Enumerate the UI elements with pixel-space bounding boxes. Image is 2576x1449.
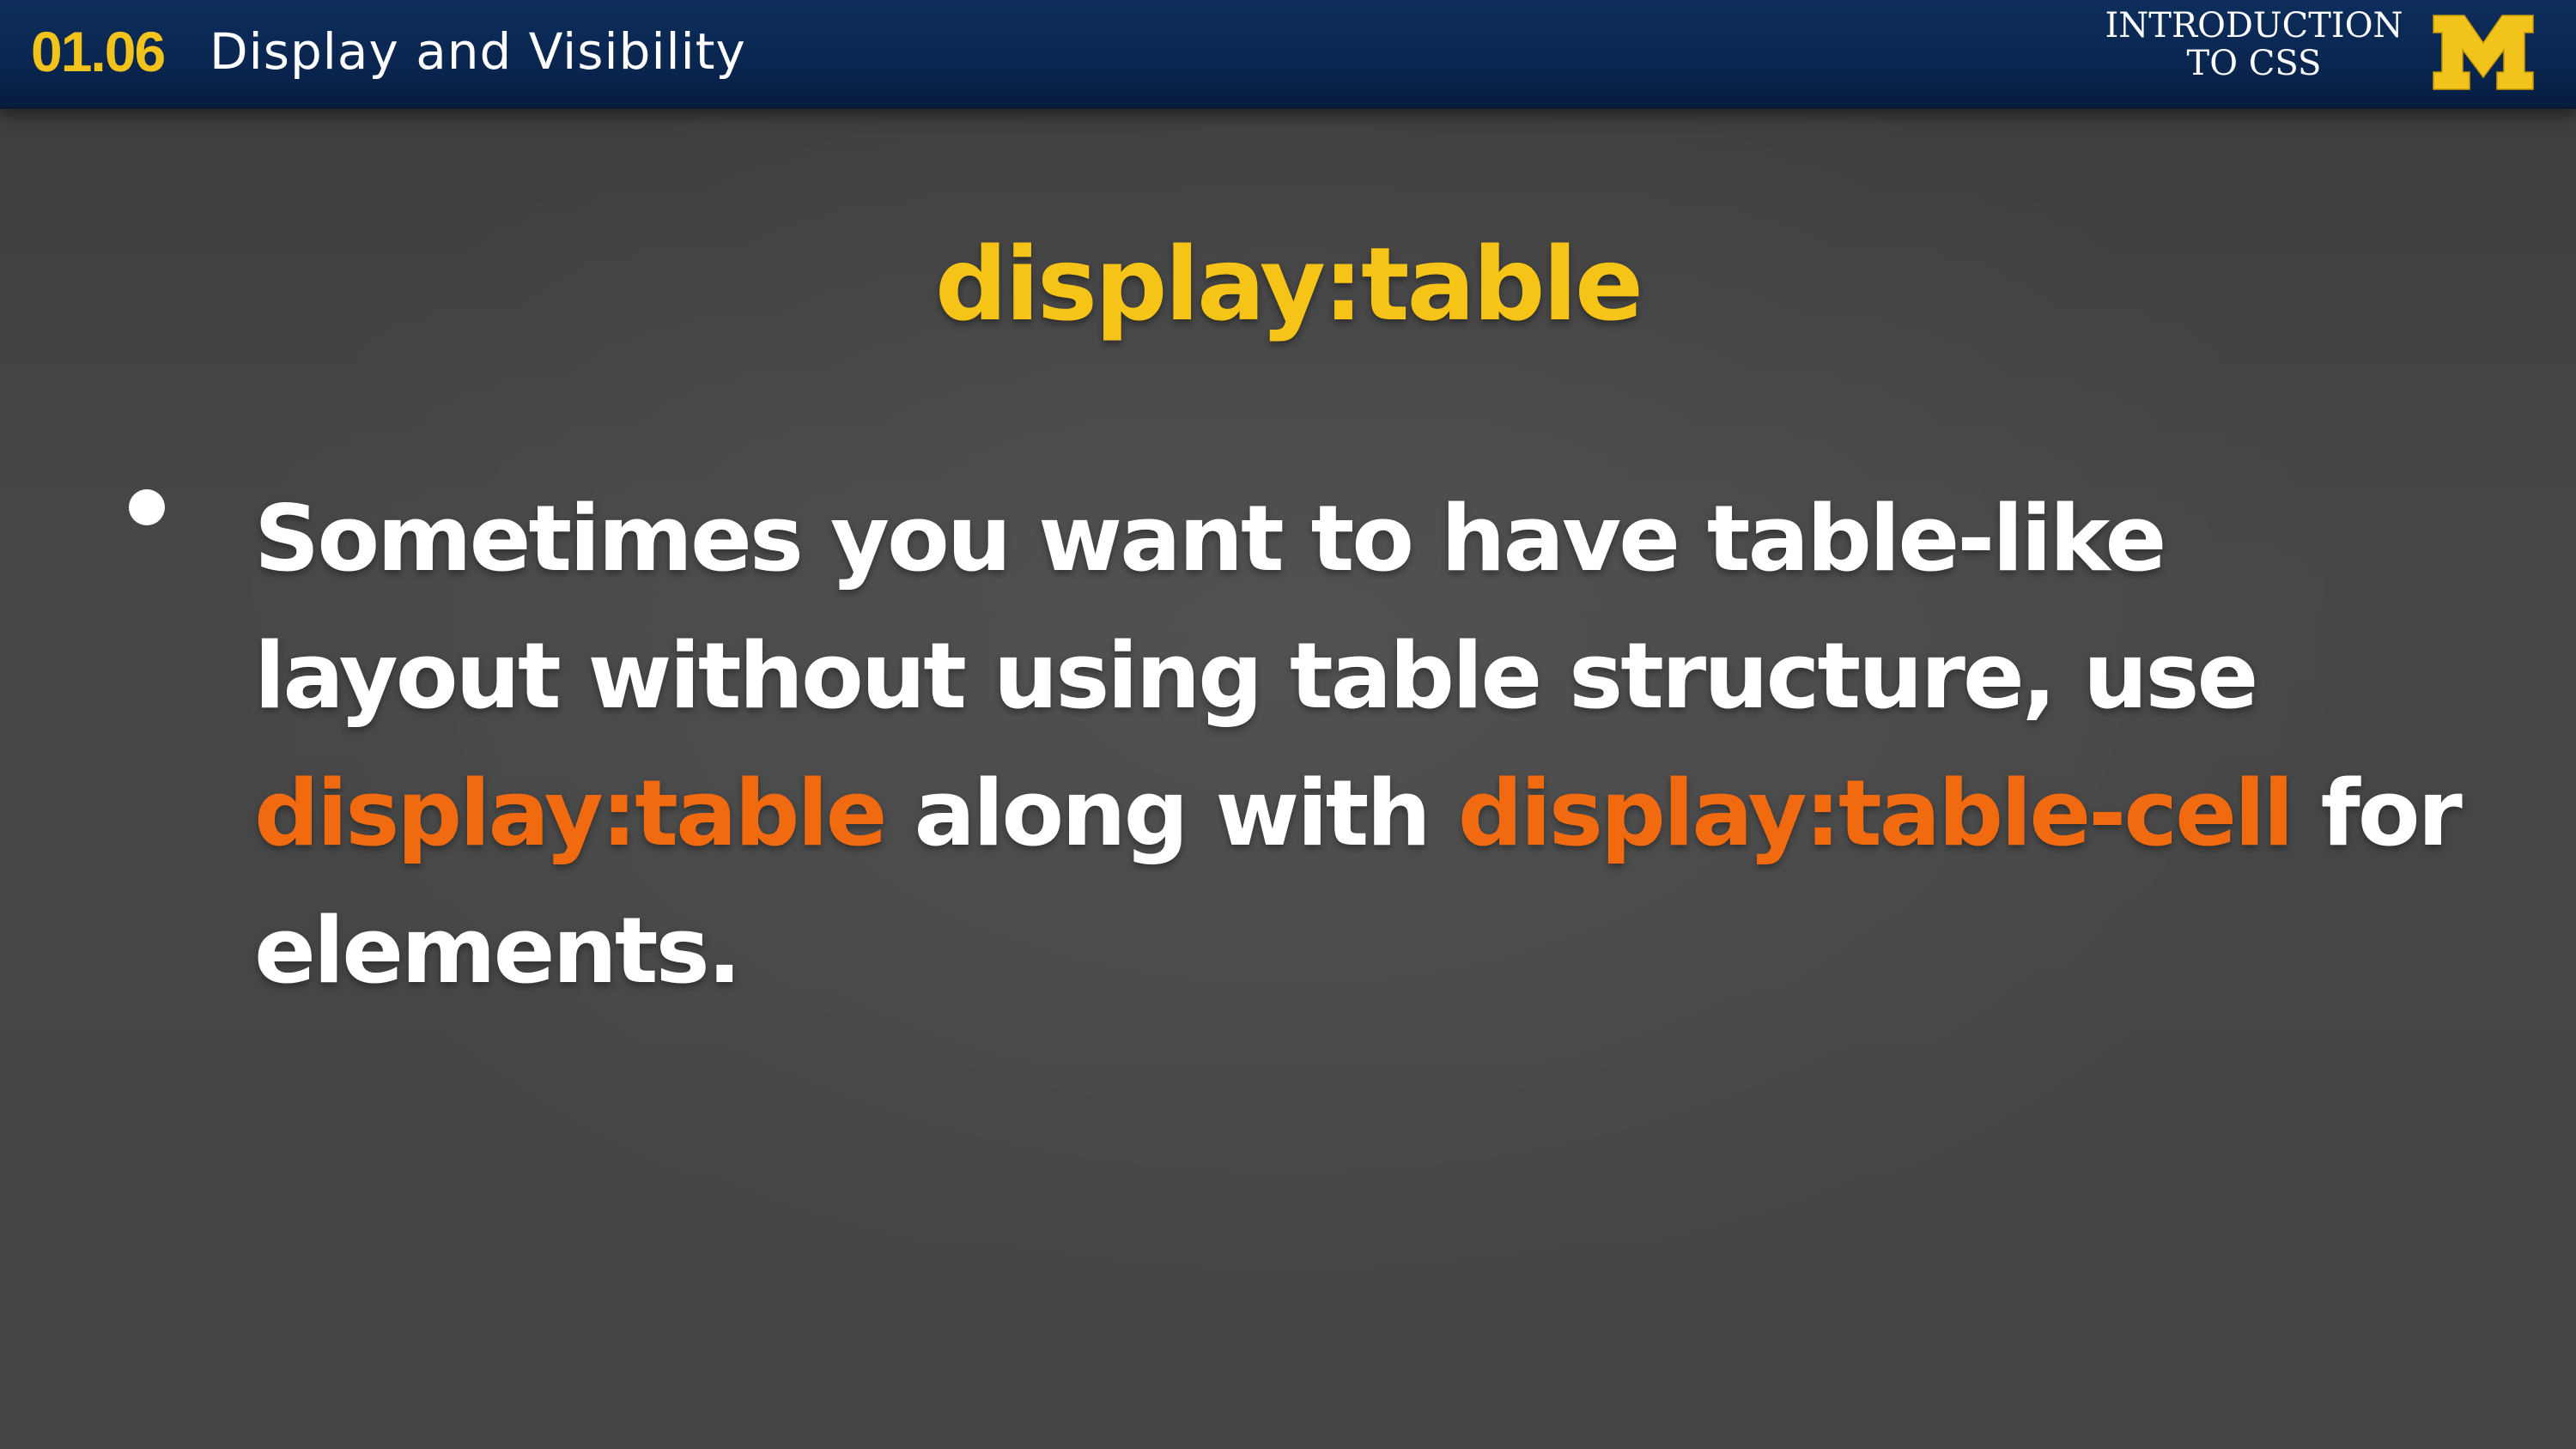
code-display-table: display:table — [254, 761, 888, 866]
bullet-line-3-text-1: along with — [884, 761, 1458, 866]
bullet-line-2: layout without using table structure, us… — [254, 623, 2258, 729]
header-bar: 01.06 Display and Visibility INTRODUCTIO… — [0, 0, 2576, 109]
block-m-logo-icon — [2433, 15, 2534, 90]
bullet-line-1: Sometimes you want to have table-like — [254, 486, 2166, 591]
slide-heading: display:table — [934, 225, 1643, 343]
lesson-number: 01.06 — [31, 20, 166, 83]
course-title: INTRODUCTION TO CSS — [2095, 7, 2413, 82]
course-title-line2: TO CSS — [2186, 44, 2322, 83]
bullet-point-icon — [129, 489, 165, 525]
course-title-line1: INTRODUCTION — [2105, 6, 2403, 45]
bullet-line-4: elements. — [254, 898, 742, 1003]
bullet-text: Sometimes you want to have table-like la… — [254, 470, 2470, 1020]
bullet-line-3-text-2: for — [2291, 761, 2463, 866]
bullet-line-3: display:table along with display:table-c… — [254, 745, 2470, 882]
code-display-table-cell: display:table-cell — [1457, 761, 2294, 866]
lesson-title: Display and Visibility — [210, 22, 746, 81]
